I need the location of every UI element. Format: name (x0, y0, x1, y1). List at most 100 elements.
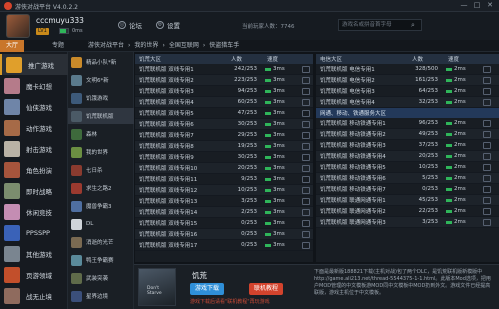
server-row[interactable]: 饥荒联机版 双线专用14 2/253 3ms (135, 207, 313, 218)
server-row[interactable]: 饥荒联机版 电信专用4 32/253 2ms (316, 97, 499, 108)
server-row[interactable]: 饥荒联机版 电信专用2 161/253 2ms (316, 75, 499, 86)
join-server-button[interactable] (302, 65, 310, 73)
sidebar-item[interactable]: PPSSPP (0, 222, 68, 243)
join-server-button[interactable] (483, 163, 491, 171)
server-row[interactable]: 饥荒联机版 联通网通专用1 45/253 2ms (316, 195, 499, 206)
join-server-button[interactable] (483, 119, 491, 127)
join-server-button[interactable] (483, 87, 491, 95)
server-row[interactable]: 饥荒联机版 联通网通专用2 22/253 2ms (316, 206, 499, 217)
tutorial-button[interactable]: 联机教程 (249, 283, 284, 295)
server-row[interactable]: 饥荒联机版 双线专用17 0/253 3ms (135, 240, 313, 251)
join-server-button[interactable] (302, 131, 310, 139)
breadcrumb-item[interactable]: 我的世界 (134, 40, 158, 52)
game-list-item[interactable]: 七日杀 (68, 162, 134, 178)
server-row[interactable]: 饥荒联机版 双线专用9 30/253 3ms (135, 152, 313, 163)
join-server-button[interactable] (483, 152, 491, 160)
server-row[interactable]: 饥荒联机版 双线专用15 0/253 3ms (135, 218, 313, 229)
breadcrumb-item[interactable]: 侠盗猎车手 (209, 40, 239, 52)
server-row[interactable]: 饥荒联机版 双线专用8 19/253 3ms (135, 141, 313, 152)
server-row[interactable]: 饥荒联机版 双线专用13 3/253 3ms (135, 196, 313, 207)
download-button[interactable]: 游戏下载 (190, 283, 225, 295)
server-row[interactable]: 饥荒联机版 移动铁通专用4 20/253 2ms (316, 151, 499, 162)
game-list-item[interactable]: 森林 (68, 126, 134, 142)
game-list-item[interactable]: 精品小队*新 (68, 54, 134, 70)
server-row[interactable]: 饥荒联机版 电信专用1 328/500 2ms (316, 64, 499, 75)
join-server-button[interactable] (302, 120, 310, 128)
sidebar-item[interactable]: 仙侠游戏 (0, 96, 68, 117)
server-row[interactable]: 饥荒联机版 双线专用2 223/253 3ms (135, 75, 313, 86)
game-list-item[interactable]: 文明6*新 (68, 72, 134, 88)
join-server-button[interactable] (483, 141, 491, 149)
game-list-item[interactable]: 饥荒联机版 (68, 108, 134, 124)
server-row[interactable]: 饥荒联机版 双线专用3 94/253 3ms (135, 86, 313, 97)
search-input[interactable]: 游戏名或拼音首字母 ⌕ (338, 19, 422, 31)
server-row[interactable]: 饥荒联机版 双线专用4 60/253 3ms (135, 97, 313, 108)
sidebar-item[interactable]: 动作游戏 (0, 117, 68, 138)
search-icon[interactable]: ⌕ (411, 21, 419, 29)
game-list-item[interactable]: 星界边境 (68, 288, 134, 304)
sidebar-item[interactable]: 其他游戏 (0, 243, 68, 264)
sidebar-item[interactable]: 射击游戏 (0, 138, 68, 159)
tab-hall[interactable]: 大厅 (0, 40, 25, 52)
join-server-button[interactable] (302, 186, 310, 194)
sidebar-item[interactable]: 推广游戏 (0, 54, 68, 75)
breadcrumb-item[interactable]: 游侠对战平台 (88, 40, 124, 52)
server-row[interactable]: 饥荒联机版 双线专用1 242/253 3ms (135, 64, 313, 75)
server-row[interactable]: 饥荒联机版 联通网通专用3 3/253 2ms (316, 217, 499, 228)
join-server-button[interactable] (483, 207, 491, 215)
join-server-button[interactable] (302, 241, 310, 249)
tab-favorite[interactable]: 专题 (46, 40, 70, 52)
join-server-button[interactable] (483, 174, 491, 182)
sidebar-item[interactable]: 休闲竞技 (0, 201, 68, 222)
server-row[interactable]: 饥荒联机版 双线专用7 29/253 3ms (135, 130, 313, 141)
server-row[interactable]: 饥荒联机版 双线专用11 9/253 3ms (135, 174, 313, 185)
join-server-button[interactable] (483, 218, 491, 226)
minimize-button[interactable]: — (459, 1, 469, 10)
server-row[interactable]: 饥荒联机版 移动铁通专用1 96/253 2ms (316, 118, 499, 129)
join-server-button[interactable] (302, 142, 310, 150)
server-row[interactable]: 饥荒联机版 双线专用6 30/253 3ms (135, 119, 313, 130)
join-server-button[interactable] (302, 197, 310, 205)
join-server-button[interactable] (483, 98, 491, 106)
join-server-button[interactable] (302, 175, 310, 183)
game-list-item[interactable]: 魔兽争霸3 (68, 198, 134, 214)
settings-link[interactable]: ⚙ 设置 (156, 20, 180, 30)
game-list-item[interactable]: 我的世界 (68, 144, 134, 160)
game-list-item[interactable]: 武装突袭 (68, 270, 134, 286)
sidebar-item[interactable]: 战无止境 (0, 285, 68, 306)
join-server-button[interactable] (483, 185, 491, 193)
join-server-button[interactable] (302, 87, 310, 95)
server-row[interactable]: 饥荒联机版 移动铁通专用7 0/253 2ms (316, 184, 499, 195)
join-server-button[interactable] (302, 109, 310, 117)
join-server-button[interactable] (302, 76, 310, 84)
server-row[interactable]: 饥荒联机版 双线专用5 47/253 3ms (135, 108, 313, 119)
game-list-item[interactable]: 饥饿游戏 (68, 90, 134, 106)
game-cover-image[interactable]: Don't Starve (138, 268, 176, 306)
game-list-item[interactable]: DL (68, 216, 134, 232)
server-row[interactable]: 饥荒联机版 移动铁通专用6 5/253 2ms (316, 173, 499, 184)
join-server-button[interactable] (483, 130, 491, 138)
join-server-button[interactable] (483, 65, 491, 73)
join-server-button[interactable] (483, 196, 491, 204)
sidebar-item[interactable]: 魔卡幻想 (0, 75, 68, 96)
join-server-button[interactable] (302, 153, 310, 161)
join-server-button[interactable] (302, 164, 310, 172)
server-row[interactable]: 饥荒联机版 移动铁通专用5 10/253 2ms (316, 162, 499, 173)
forum-link[interactable]: ◎ 论坛 (118, 20, 142, 30)
close-button[interactable]: ✕ (485, 1, 495, 10)
game-list-item[interactable]: 求生之路2 (68, 180, 134, 196)
username[interactable]: cccmuyu333 (36, 16, 84, 25)
server-row[interactable]: 饥荒联机版 电信专用3 64/253 2ms (316, 86, 499, 97)
maximize-button[interactable]: □ (472, 1, 482, 10)
server-row[interactable]: 饥荒联机版 双线专用12 10/253 3ms (135, 185, 313, 196)
server-row[interactable]: 饥荒联机版 双线专用16 0/253 3ms (135, 229, 313, 240)
join-server-button[interactable] (302, 98, 310, 106)
game-list-item[interactable]: 消逝的光芒 (68, 234, 134, 250)
join-server-button[interactable] (302, 219, 310, 227)
sidebar-item[interactable]: 页游领域 (0, 264, 68, 285)
sidebar-item[interactable]: 即时战略 (0, 180, 68, 201)
join-server-button[interactable] (483, 76, 491, 84)
breadcrumb-item[interactable]: 全国互联网 (169, 40, 199, 52)
server-row[interactable]: 饥荒联机版 双线专用10 20/253 3ms (135, 163, 313, 174)
sidebar-item[interactable]: 角色扮演 (0, 159, 68, 180)
